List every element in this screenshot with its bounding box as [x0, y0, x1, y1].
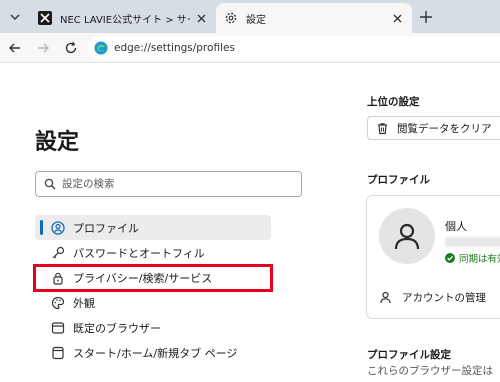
page-title: 設定 — [35, 130, 80, 155]
close-tab-icon[interactable] — [194, 11, 208, 25]
profile-settings-description: これらのブラウザー設定は — [367, 365, 493, 377]
settings-nav: プロファイル パスワードとオートフィル プライバシー/検索/サービス 外観 既定… — [35, 215, 271, 365]
trash-icon — [378, 122, 387, 134]
manage-account-label: アカウントの管理 — [402, 292, 486, 304]
sidebar-item-label: パスワードとオートフィル — [73, 246, 205, 260]
sidebar-item-label: プロファイル — [73, 221, 139, 235]
forward-arrow-icon — [38, 43, 49, 53]
tab-settings[interactable]: 設定 — [216, 3, 412, 33]
sidebar-item-appearance[interactable]: 外観 — [35, 290, 271, 315]
sidebar-item-label: プライバシー/検索/サービス — [73, 271, 213, 285]
sidebar-item-default-browser[interactable]: 既定のブラウザー — [35, 315, 271, 340]
sidebar-item-label: 既定のブラウザー — [73, 321, 161, 335]
person-icon — [394, 223, 420, 250]
tab-strip: NEC LAVIE公式サイト > サービス&サ 設定 — [0, 0, 500, 33]
account-icon — [380, 291, 391, 304]
palette-icon — [51, 296, 65, 310]
forward-button[interactable] — [34, 39, 52, 57]
plus-icon — [420, 11, 432, 23]
back-arrow-icon — [9, 43, 20, 53]
tab-title: NEC LAVIE公式サイト > サービス&サ — [60, 14, 190, 26]
clear-browsing-data-label: 閲覧データをクリア — [397, 122, 492, 135]
sidebar-item-privacy[interactable]: プライバシー/検索/サービス — [35, 265, 271, 290]
edge-logo-icon — [94, 41, 108, 55]
browser-toolbar: edge://settings/profiles — [0, 33, 500, 63]
sidebar-item-profiles[interactable]: プロファイル — [35, 215, 271, 240]
clear-browsing-data-button[interactable]: 閲覧データをクリア — [367, 116, 500, 140]
search-icon — [44, 178, 56, 190]
settings-page: 設定 プロファイル パスワードとオートフィル プライバシー/検索/サービス — [0, 63, 500, 382]
refresh-button[interactable] — [62, 39, 80, 57]
sync-status-text: 同期は有効 — [459, 254, 500, 265]
address-bar[interactable]: edge://settings/profiles — [88, 36, 500, 60]
sidebar-item-label: スタート/ホーム/新規タブ ページ — [73, 346, 238, 360]
key-icon — [51, 246, 65, 260]
profile-section-title: プロファイル — [367, 174, 430, 186]
tab-actions-menu-button[interactable] — [6, 8, 24, 26]
profile-settings-title: プロファイル設定 — [367, 349, 451, 361]
profile-icon — [51, 220, 65, 235]
settings-search-box[interactable] — [35, 171, 302, 197]
gear-icon — [224, 11, 238, 25]
lock-icon — [51, 271, 65, 285]
new-tab-button[interactable] — [416, 7, 436, 27]
tab-title: 設定 — [246, 14, 266, 26]
check-circle-icon — [445, 253, 455, 263]
back-button[interactable] — [6, 39, 24, 57]
avatar[interactable] — [379, 208, 435, 264]
sync-status: 同期は有効 — [445, 251, 500, 265]
refresh-icon — [65, 41, 77, 54]
profile-email-redacted — [445, 237, 500, 247]
manage-account-link[interactable]: アカウントの管理 — [379, 290, 486, 305]
browser-icon — [51, 321, 65, 335]
top-settings-title: 上位の設定 — [367, 96, 420, 108]
sidebar-item-passwords[interactable]: パスワードとオートフィル — [35, 240, 271, 265]
close-tab-icon[interactable] — [390, 11, 404, 25]
address-text: edge://settings/profiles — [114, 42, 235, 54]
chevron-down-icon — [10, 14, 20, 20]
search-input[interactable] — [62, 178, 292, 190]
sidebar-item-start-home[interactable]: スタート/ホーム/新規タブ ページ — [35, 340, 271, 365]
nec-favicon-icon — [38, 11, 52, 25]
profile-name: 個人 — [445, 220, 467, 233]
sidebar-item-label: 外観 — [73, 296, 95, 310]
tab-nec-lavie[interactable]: NEC LAVIE公式サイト > サービス&サ — [30, 3, 216, 33]
profile-card: 個人 同期は有効 アカウントの管理 — [366, 195, 500, 319]
home-page-icon — [51, 346, 65, 360]
